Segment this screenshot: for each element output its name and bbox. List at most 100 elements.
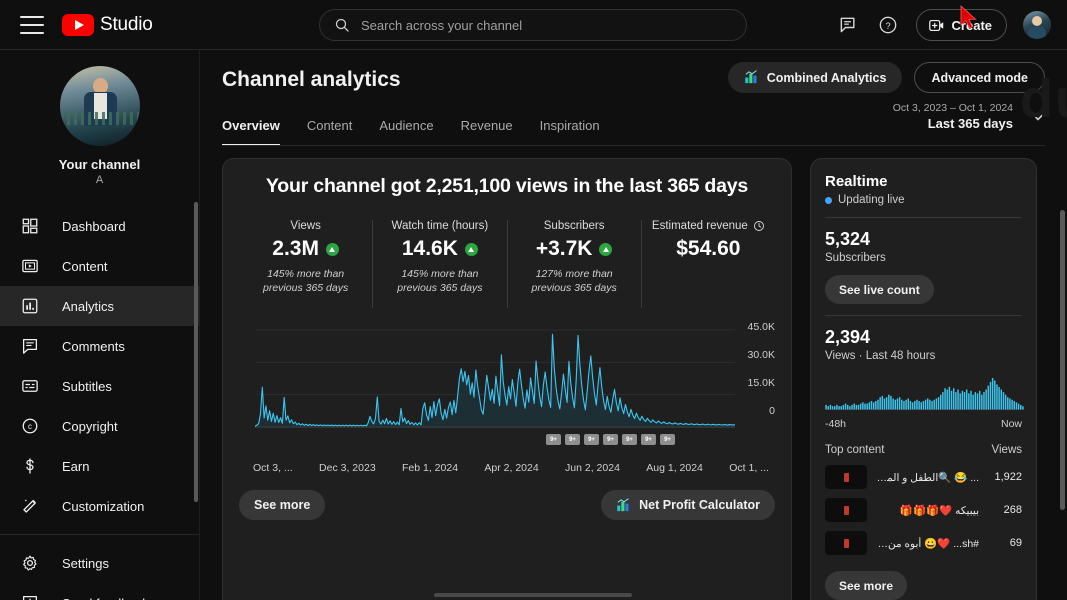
video-marker[interactable]: 9+ (546, 434, 561, 445)
hamburger-icon[interactable] (20, 15, 44, 34)
net-profit-label: Net Profit Calculator (639, 498, 760, 512)
video-marker[interactable]: 9+ (565, 434, 580, 445)
date-range-label: Last 365 days (927, 116, 1013, 131)
search-icon (335, 18, 349, 32)
x-tick: Dec 3, 2023 (319, 462, 376, 474)
combined-analytics-label: Combined Analytics (766, 70, 887, 85)
create-button-label: Create (951, 17, 992, 33)
sidebar-scrollbar[interactable] (194, 202, 198, 502)
sidebar-item-settings[interactable]: Settings (0, 543, 199, 583)
video-marker[interactable]: 9+ (641, 434, 656, 445)
sidebar-item-send-feedback[interactable]: Send feedback (0, 583, 199, 600)
y-tick: 30.0K (747, 349, 775, 361)
net-profit-calculator-button[interactable]: Net Profit Calculator (601, 490, 775, 520)
tab-inspiration[interactable]: Inspiration (540, 118, 600, 146)
metric-delta: 145% more than previous 365 days (397, 268, 483, 295)
youtube-play-icon (62, 13, 94, 36)
chevron-down-icon (1031, 112, 1045, 121)
main-scrollbar[interactable] (1060, 210, 1065, 510)
dashboard-icon (20, 216, 40, 236)
svg-text:?: ? (885, 21, 890, 31)
youtube-studio-logo[interactable]: Studio (62, 13, 153, 36)
video-title: #sh... ❤️😀 أبوه من سبى الملط (876, 537, 979, 550)
see-live-count-button[interactable]: See live count (825, 275, 934, 304)
search-input[interactable] (361, 10, 746, 40)
video-marker[interactable]: 9+ (603, 434, 618, 445)
sidebar-item-comments[interactable]: Comments (0, 326, 199, 366)
metric-subscribers[interactable]: Subscribers +3.7K 127% more than previou… (508, 220, 642, 308)
feedback-icon (20, 593, 40, 600)
list-item[interactable]: #sh... ❤️😀 أبوه من سبى الملط 69 (825, 531, 1022, 555)
realtime-card: Realtime Updating live 5,324 Subscribers… (810, 158, 1037, 600)
sidebar-item-label: Analytics (62, 298, 115, 314)
earn-icon (20, 456, 40, 476)
sidebar-divider (0, 534, 199, 535)
see-more-button[interactable]: See more (239, 490, 326, 520)
top-content-header: Top content Views (825, 444, 1022, 456)
advanced-mode-button[interactable]: Advanced mode (914, 62, 1045, 93)
video-marker[interactable]: 9+ (584, 434, 599, 445)
metric-delta: 145% more than previous 365 days (263, 268, 349, 295)
metric-views[interactable]: Views 2.3M 145% more than previous 365 d… (239, 220, 374, 308)
video-thumbnail (825, 465, 867, 489)
realtime-status-label: Updating live (838, 194, 905, 206)
video-title: بيبيكه ❤️🎁🎁🎁 (899, 504, 979, 517)
sidebar-item-customization[interactable]: Customization (0, 486, 199, 526)
bottom-scrollbar[interactable] (434, 593, 632, 597)
sidebar-item-earn[interactable]: Earn (0, 446, 199, 486)
sidebar-item-dashboard[interactable]: Dashboard (0, 206, 199, 246)
sidebar-item-analytics[interactable]: Analytics (0, 286, 199, 326)
help-icon[interactable]: ? (876, 13, 900, 37)
y-tick: 45.0K (747, 321, 775, 333)
sidebar: Your channel A Dashboard Content Analyti… (0, 50, 200, 600)
sidebar-item-label: Settings (62, 555, 109, 571)
live-dot-icon (825, 196, 832, 204)
sidebar-item-label: Copyright (62, 418, 118, 434)
tab-content[interactable]: Content (307, 118, 353, 146)
video-marker[interactable]: 9+ (622, 434, 637, 445)
date-range-selector[interactable]: Oct 3, 2023 – Oct 1, 2024 Last 365 days (893, 102, 1045, 131)
account-avatar[interactable] (1023, 11, 1051, 39)
content-icon (20, 256, 40, 276)
svg-text:c: c (28, 422, 32, 431)
video-marker[interactable]: 9+ (660, 434, 675, 445)
combined-analytics-button[interactable]: Combined Analytics (727, 62, 903, 93)
x-tick: Feb 1, 2024 (402, 462, 459, 474)
realtime-card-footer: See more (825, 571, 1022, 600)
list-item[interactable]: ... 😂 🔍الطفل و المصايبك 1,922 (825, 465, 1022, 489)
metric-estimated-revenue[interactable]: Estimated revenue $54.60 (642, 220, 775, 308)
video-title: ... 😂 🔍الطفل و المصايبك (876, 471, 979, 484)
sidebar-item-copyright[interactable]: c Copyright (0, 406, 199, 446)
realtime-status: Updating live (825, 194, 1022, 206)
tab-revenue[interactable]: Revenue (461, 118, 513, 146)
tab-overview[interactable]: Overview (222, 118, 280, 146)
metric-value: 14.6K (401, 237, 458, 260)
metric-watch-time[interactable]: Watch time (hours) 14.6K 145% more than … (373, 220, 508, 308)
advanced-mode-label: Advanced mode (931, 70, 1028, 85)
subtitles-icon (20, 376, 40, 396)
divider (825, 217, 1022, 218)
search-box[interactable] (319, 9, 747, 41)
create-button[interactable]: Create (915, 9, 1007, 41)
channel-avatar[interactable] (59, 66, 140, 146)
views-chart[interactable]: 45.0K 30.0K 15.0K 0 9+ 9+ 9+ 9+ 9+ 9+ 9+ (239, 321, 775, 456)
comment-icon[interactable] (836, 13, 860, 37)
overview-card: Your channel got 2,251,100 views in the … (222, 158, 792, 600)
tab-audience[interactable]: Audience (379, 118, 433, 146)
views-column-label: Views (991, 444, 1022, 456)
sidebar-item-subtitles[interactable]: Subtitles (0, 366, 199, 406)
customization-icon (20, 496, 40, 516)
video-views: 69 (1009, 537, 1022, 549)
metric-value: $54.60 (676, 237, 741, 260)
clock-icon (753, 221, 764, 231)
list-item[interactable]: بيبيكه ❤️🎁🎁🎁 268 (825, 498, 1022, 522)
realtime-subscribers-label: Subscribers (825, 252, 886, 264)
metric-label: Subscribers (543, 220, 605, 232)
trend-up-icon (325, 242, 339, 256)
realtime-views-label: Views · Last 48 hours (825, 350, 936, 362)
x-tick: Oct 3, ... (253, 462, 293, 474)
metric-delta: 127% more than previous 365 days (531, 268, 617, 295)
sidebar-item-content[interactable]: Content (0, 246, 199, 286)
metric-value-wrap: 14.6K (381, 237, 498, 261)
realtime-see-more-button[interactable]: See more (825, 571, 908, 600)
